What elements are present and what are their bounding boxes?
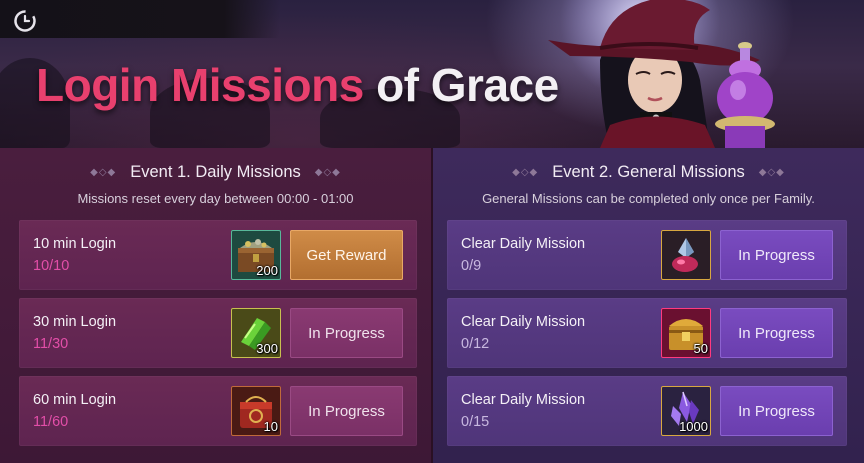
treasure-chest-icon[interactable]: 200 (231, 230, 281, 280)
mission-name: 60 min Login (33, 392, 117, 408)
in-progress-button[interactable]: In Progress (720, 308, 833, 358)
daily-missions-subtitle: Missions reset every day between 00:00 -… (77, 191, 354, 206)
mission-progress: 11/30 (33, 336, 69, 352)
banner-title-highlight: Login Missions (36, 59, 364, 111)
reward-quantity: 200 (256, 263, 278, 278)
banner-title-rest: of Grace (376, 59, 559, 111)
mission-progress: 10/10 (33, 258, 70, 274)
in-progress-button[interactable]: In Progress (720, 230, 833, 280)
witch-character-illustration (548, 0, 775, 148)
in-progress-button[interactable]: In Progress (290, 386, 403, 436)
reward-quantity: 50 (693, 341, 708, 356)
red-box-icon[interactable]: 10 (231, 386, 281, 436)
mission-progress: 0/15 (461, 414, 490, 430)
mission-row: Clear Daily Mission 0/9 In Progress (447, 220, 847, 290)
top-bar (0, 0, 280, 38)
mission-row: 60 min Login 11/60 10 In Progress (19, 376, 417, 446)
purple-crystal-icon[interactable]: 1000 (661, 386, 711, 436)
ornament-icon: ◆◇◆ (314, 167, 341, 179)
in-progress-button[interactable]: In Progress (290, 308, 403, 358)
ornament-icon: ◆◇◆ (758, 167, 785, 179)
general-missions-title: ◆◇◆ Event 2. General Missions ◆◇◆ (433, 163, 864, 182)
get-reward-button[interactable]: Get Reward (290, 230, 403, 280)
mission-name: Clear Daily Mission (461, 236, 586, 252)
golden-chest-icon[interactable]: 50 (661, 308, 711, 358)
mission-row: 10 min Login 10/10 200 Get Reward (19, 220, 417, 290)
crystal-gem-icon[interactable] (661, 230, 711, 280)
daily-missions-panel: ◆◇◆ Event 1. Daily Missions ◆◇◆ Missions r… (0, 148, 433, 463)
reward-quantity: 1000 (679, 419, 708, 434)
mission-name: 30 min Login (33, 314, 117, 330)
mission-progress: 0/12 (461, 336, 490, 352)
daily-missions-title: ◆◇◆ Event 1. Daily Missions ◆◇◆ (0, 163, 431, 182)
reward-quantity: 10 (263, 419, 278, 434)
event-banner: Login Missions of Grace (0, 0, 864, 148)
general-missions-subtitle: General Missions can be completed only o… (482, 191, 815, 206)
mission-row: Clear Daily Mission 0/12 50 In Progress (447, 298, 847, 368)
general-missions-panel: ◆◇◆ Event 2. General Missions ◆◇◆ General … (433, 148, 864, 463)
mission-progress: 11/60 (33, 414, 69, 430)
mission-name: 10 min Login (33, 236, 117, 252)
mission-row: 30 min Login 11/30 300 In Progress (19, 298, 417, 368)
ornament-icon: ◆◇◆ (512, 167, 539, 179)
mission-progress: 0/9 (461, 258, 482, 274)
banner-title: Login Missions of Grace (36, 58, 559, 112)
mission-name: Clear Daily Mission (461, 314, 586, 330)
panel-title-text: Event 2. General Missions (552, 163, 745, 181)
mission-row: Clear Daily Mission 0/15 1000 In Progres… (447, 376, 847, 446)
green-crystal-icon[interactable]: 300 (231, 308, 281, 358)
ornament-icon: ◆◇◆ (90, 167, 117, 179)
clock-icon[interactable] (13, 9, 37, 33)
mission-name: Clear Daily Mission (461, 392, 586, 408)
reward-quantity: 300 (256, 341, 278, 356)
in-progress-button[interactable]: In Progress (720, 386, 833, 436)
panel-title-text: Event 1. Daily Missions (130, 163, 301, 181)
